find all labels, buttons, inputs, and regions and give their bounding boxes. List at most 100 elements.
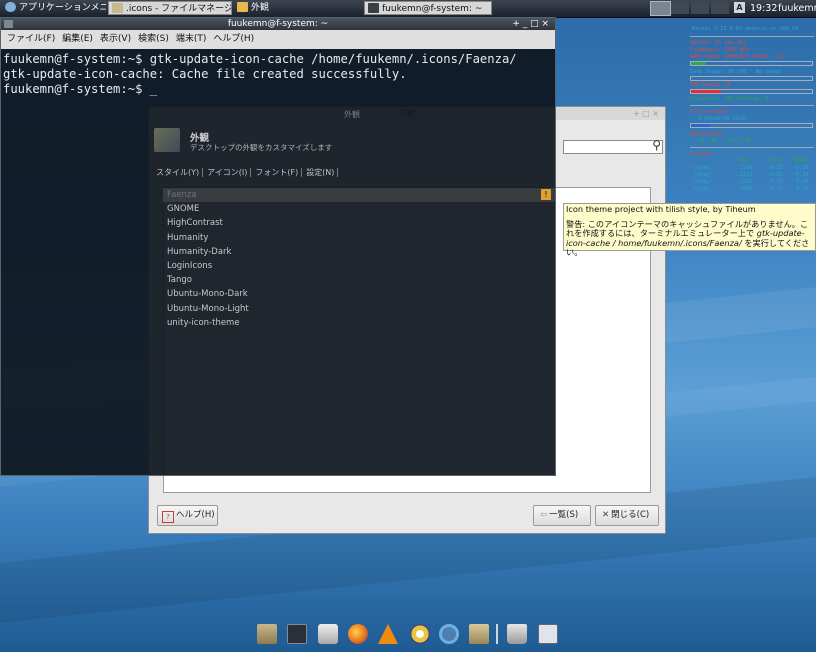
conky-processes: Processes: 200 Running: 0 bbox=[690, 96, 769, 102]
desktop: { "panel": { "app_menu": "アプリケーションメニュー",… bbox=[0, 0, 816, 652]
tab-fonts[interactable]: フォント(F) bbox=[255, 168, 303, 177]
workspace-1[interactable] bbox=[650, 1, 671, 16]
terminal-output[interactable]: fuukemn@f-system:~$ gtk-update-icon-cach… bbox=[1, 49, 555, 97]
conky-swap: Swap Usage: 0B /0B - No swap$ bbox=[690, 69, 781, 75]
list-item[interactable]: Ubuntu-Mono-Dark bbox=[163, 287, 555, 301]
conky-net-label: Networking: bbox=[690, 131, 725, 137]
home-folder-icon[interactable] bbox=[257, 624, 277, 644]
tab-style[interactable]: スタイル(Y) bbox=[156, 168, 204, 177]
conky-kernel: Kernel 3.13.0-62-generic on x86_64 bbox=[692, 26, 799, 32]
firefox-icon[interactable] bbox=[348, 624, 368, 644]
tab-icons[interactable]: アイコン(I) bbox=[207, 168, 252, 177]
search-icon[interactable] bbox=[439, 624, 459, 644]
conky-cpu: CPU Usage: 25 bbox=[690, 82, 731, 88]
terminal-window-controls[interactable]: + _ □ × bbox=[512, 18, 549, 30]
terminal-line: gtk-update-icon-cache: Cache file create… bbox=[3, 67, 407, 81]
menu-terminal[interactable]: 端末(T) bbox=[176, 34, 207, 44]
appearance-icon bbox=[237, 2, 248, 12]
taskbar-appearance[interactable]: 外観 bbox=[234, 1, 361, 15]
fs-bar-fill bbox=[691, 124, 711, 127]
folder-icon[interactable] bbox=[469, 624, 489, 644]
app-menu-button[interactable]: アプリケーションメニュー bbox=[2, 1, 106, 15]
close-icon: ✕ bbox=[602, 510, 610, 520]
list-item[interactable]: Ubuntu-Mono-Light bbox=[163, 302, 555, 316]
list-item[interactable]: unity-icon-theme bbox=[163, 316, 555, 330]
terminal-line: fuukemn@f-system:~$ _ bbox=[3, 82, 158, 96]
conky-divider bbox=[690, 36, 814, 37]
workspace-2[interactable] bbox=[671, 1, 689, 14]
vlc-icon[interactable] bbox=[378, 624, 398, 644]
list-button[interactable]: ⇦ 一覧(S) bbox=[533, 505, 591, 526]
terminal-line: fuukemn@f-system:~$ gtk-update-icon-cach… bbox=[3, 52, 517, 66]
app-menu-icon bbox=[5, 2, 16, 12]
appearance-window-controls[interactable]: + □ × bbox=[633, 107, 659, 120]
workspace-switcher[interactable] bbox=[650, 1, 730, 16]
taskbar-terminal[interactable]: fuukemn@f-system: ~ bbox=[364, 1, 492, 15]
conky-top-label: Process: bbox=[690, 151, 715, 157]
search-icon: ⚲ bbox=[652, 138, 661, 152]
menu-file[interactable]: ファイル(F) bbox=[7, 34, 55, 44]
swap-bar bbox=[690, 76, 813, 81]
conky-ram: RAM Usage: 983MiB/7.67GiB - 12 bbox=[690, 54, 784, 60]
list-item[interactable]: Humanity bbox=[163, 231, 555, 245]
list-item[interactable]: Humanity-Dark bbox=[163, 245, 555, 259]
conky-uptime: Uptime: 0h 14m 41s bbox=[690, 40, 747, 46]
cpu-bar bbox=[690, 89, 813, 94]
list-item-selected[interactable]: Faenza ! bbox=[163, 188, 555, 203]
warning-icon: ! bbox=[541, 189, 551, 200]
fs-bar bbox=[690, 123, 813, 128]
conky-fs: 5.60GiB/34.3GiB bbox=[698, 116, 745, 122]
tab-settings[interactable]: 設定(N) bbox=[306, 168, 339, 177]
tab-bar: スタイル(Y) アイコン(I) フォント(F) 設定(N) bbox=[156, 166, 339, 180]
ram-bar bbox=[690, 61, 813, 66]
file-cabinet-icon[interactable] bbox=[318, 624, 338, 644]
ghost-title: 外観 bbox=[344, 110, 360, 119]
app-icon[interactable] bbox=[410, 624, 430, 644]
conky-top-header: PID CPU% MEM% bbox=[738, 158, 807, 164]
list-item[interactable]: GNOME bbox=[163, 202, 555, 216]
conky-divider bbox=[690, 105, 814, 106]
help-button[interactable]: ? ヘルプ(H) bbox=[157, 505, 218, 526]
arrow-left-icon: ⇦ bbox=[540, 510, 548, 520]
clock[interactable]: 19:32 bbox=[750, 2, 777, 15]
top-panel: アプリケーションメニュー .icons - ファイルマネージャー 外観 fuuk… bbox=[0, 0, 816, 18]
keyboard-icon[interactable] bbox=[538, 624, 558, 644]
workspace-3[interactable] bbox=[691, 1, 709, 14]
folder-icon bbox=[112, 3, 123, 13]
terminal-icon[interactable] bbox=[287, 624, 307, 644]
appearance-search-input[interactable]: ⚲ bbox=[563, 138, 663, 154]
conky-top-row: conky 3236 0.23 0.10 bbox=[694, 179, 809, 185]
conky-net: Up: 0B - Down: 0B bbox=[698, 138, 752, 144]
appearance-header-icon bbox=[154, 128, 180, 152]
input-method-indicator[interactable]: A bbox=[734, 2, 745, 13]
list-item[interactable]: Tango bbox=[163, 273, 555, 287]
icon-theme-list[interactable]: Faenza ! GNOME HighContrast Humanity Hum… bbox=[163, 188, 555, 476]
menu-help[interactable]: ヘルプ(H) bbox=[213, 34, 254, 44]
ram-bar-fill bbox=[691, 62, 706, 65]
menu-search[interactable]: 検索(S) bbox=[138, 34, 169, 44]
terminal-icon bbox=[368, 3, 379, 13]
conky-monitor: Kernel 3.13.0-62-generic on x86_64 Uptim… bbox=[690, 24, 816, 224]
conky-top-table: PID CPU% MEM% conky 3248 0.25 0.10 conky 324… bbox=[690, 158, 814, 193]
menu-view[interactable]: 表示(V) bbox=[100, 34, 131, 44]
conky-frequency: Frequency: 2000 MHz bbox=[690, 47, 750, 53]
cpu-bar-fill bbox=[691, 90, 722, 93]
conky-fs-label: File systems: bbox=[690, 109, 731, 115]
list-item[interactable]: LoginIcons bbox=[163, 259, 555, 273]
conky-top-row: conky 3248 0.25 0.10 bbox=[694, 165, 809, 171]
appearance-subtitle: デスクトップの外観をカスタマイズします bbox=[190, 143, 333, 152]
user-menu[interactable]: fuukemn bbox=[778, 2, 816, 15]
taskbar-file-manager[interactable]: .icons - ファイルマネージャー bbox=[108, 1, 232, 15]
help-icon: ? bbox=[162, 511, 174, 523]
close-button[interactable]: ✕ 閉じる(C) bbox=[595, 505, 659, 526]
list-item[interactable]: HighContrast bbox=[163, 216, 555, 230]
workspace-4[interactable] bbox=[711, 1, 729, 14]
menu-edit[interactable]: 編集(E) bbox=[62, 34, 93, 44]
tooltip-warning: 警告: このアイコンテーマのキャッシュファイルがありません。これを作成するには、… bbox=[566, 218, 810, 258]
terminal-titlebar: fuukemn@f-system: ~ + _ □ × bbox=[1, 18, 555, 30]
conky-top-row: conky 3207 0.23 0.10 bbox=[694, 186, 809, 192]
conky-divider bbox=[690, 147, 814, 148]
terminal-menubar: ファイル(F) 編集(E) 表示(V) 検索(S) 端末(T) ヘルプ(H) bbox=[1, 30, 555, 49]
dock-separator bbox=[496, 624, 498, 644]
trash-icon[interactable] bbox=[507, 624, 527, 644]
